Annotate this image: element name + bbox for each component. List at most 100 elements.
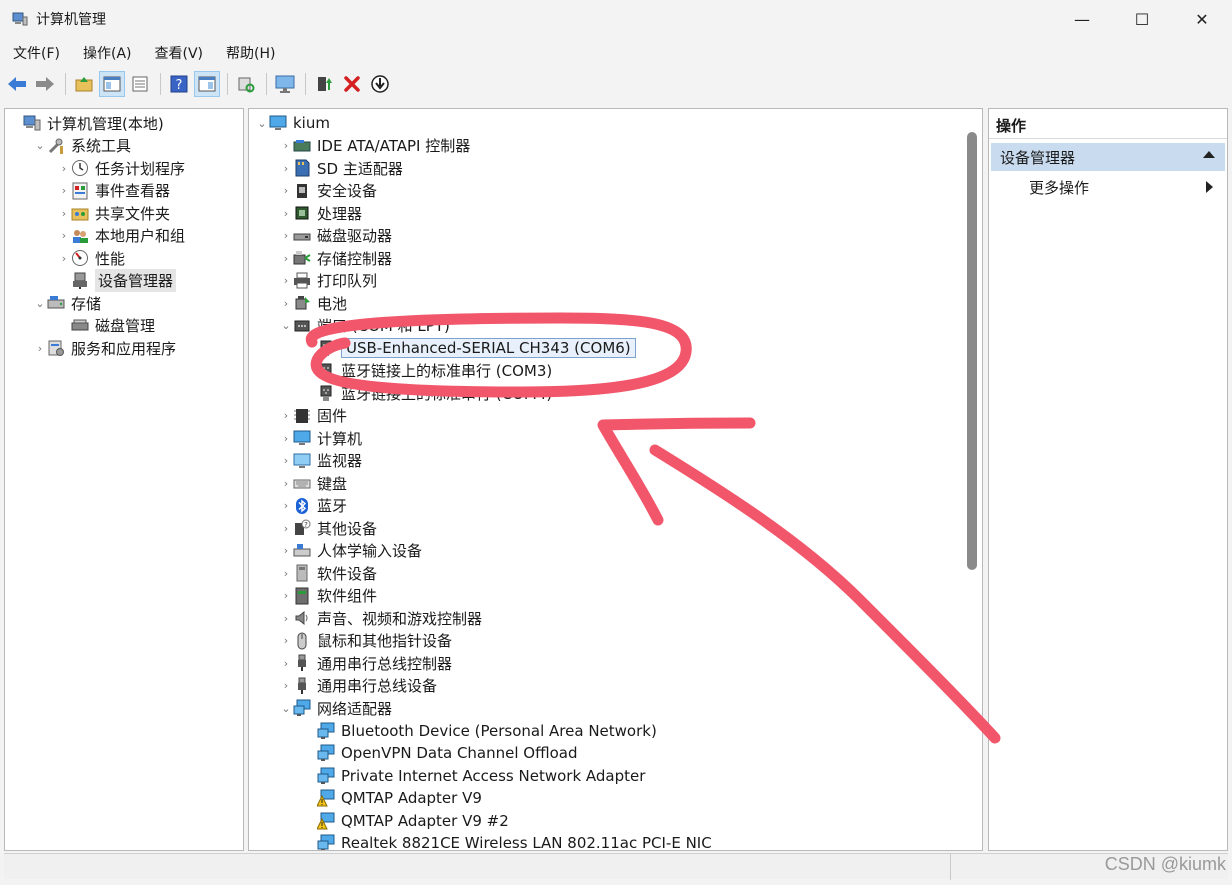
chevron-down-icon[interactable]: ⌄ [33, 297, 47, 310]
device-category[interactable]: › 软件设备 [279, 562, 377, 584]
console-tree-item[interactable]: › 本地用户和组 [57, 225, 185, 247]
chevron-right-icon[interactable]: › [279, 274, 293, 287]
update-driver-button[interactable] [311, 71, 337, 97]
maximize-button[interactable]: ☐ [1112, 0, 1172, 38]
device-category[interactable]: › 声音、视频和游戏控制器 [279, 607, 482, 629]
device-category[interactable]: › 安全设备 [279, 180, 377, 202]
vertical-scrollbar[interactable] [962, 110, 982, 850]
device-item[interactable]: 蓝牙链接上的标准串行 (COM4) [303, 382, 552, 404]
console-tree-item[interactable]: 磁盘管理 [57, 315, 155, 337]
chevron-right-icon[interactable]: › [279, 252, 293, 265]
chevron-right-icon[interactable]: › [279, 679, 293, 692]
back-button[interactable] [4, 71, 30, 97]
help-button[interactable]: ? [166, 71, 192, 97]
device-category[interactable]: › 通用串行总线控制器 [279, 652, 452, 674]
chevron-right-icon[interactable]: › [279, 184, 293, 197]
device-category[interactable]: › 磁盘驱动器 [279, 225, 392, 247]
device-category[interactable]: › IDE ATA/ATAPI 控制器 [279, 135, 470, 157]
forward-button[interactable] [32, 71, 58, 97]
show-hide-tree-button[interactable] [99, 71, 125, 97]
device-category[interactable]: › 处理器 [279, 202, 362, 224]
device-category[interactable]: › 鼠标和其他指针设备 [279, 630, 452, 652]
device-category[interactable]: › 监视器 [279, 450, 362, 472]
chevron-right-icon[interactable]: › [279, 567, 293, 580]
device-item[interactable]: USB-Enhanced-SERIAL CH343 (COM6) [303, 337, 636, 359]
device-category[interactable]: › SD 主适配器 [279, 157, 403, 179]
device-category[interactable]: › 存储控制器 [279, 247, 392, 269]
chevron-right-icon[interactable]: › [57, 229, 71, 242]
scrollbar-thumb[interactable] [967, 132, 977, 570]
close-button[interactable]: ✕ [1172, 0, 1232, 38]
chevron-down-icon[interactable]: ⌄ [279, 702, 293, 715]
chevron-right-icon[interactable]: › [279, 207, 293, 220]
device-category[interactable]: › 人体学输入设备 [279, 540, 422, 562]
device-item[interactable]: QMTAP Adapter V9 [303, 787, 482, 809]
chevron-right-icon[interactable]: › [279, 499, 293, 512]
chevron-down-icon[interactable]: ⌄ [279, 319, 293, 332]
console-tree-item[interactable]: ⌄ 存储 [33, 292, 101, 314]
menu-file[interactable]: 文件(F) [0, 43, 70, 63]
disable-device-button[interactable] [367, 71, 393, 97]
chevron-right-icon[interactable]: › [57, 184, 71, 197]
device-manager-pane[interactable]: ⌄ kium › IDE ATA/ATAPI 控制器 › SD 主适配器 › 安全设备 › 处理器… [248, 108, 983, 851]
console-tree-pane[interactable]: 计算机管理(本地) ⌄ 系统工具 › 任务计划程序 › 事件查看器 › 共享文件夹 › 本地用户和组… [4, 108, 244, 851]
chevron-right-icon[interactable]: › [279, 544, 293, 557]
chevron-right-icon[interactable]: › [279, 589, 293, 602]
chevron-right-icon[interactable]: › [279, 229, 293, 242]
chevron-right-icon[interactable]: › [33, 342, 47, 355]
device-item[interactable]: QMTAP Adapter V9 #2 [303, 810, 509, 832]
device-tree-root[interactable]: ⌄ kium [255, 112, 330, 134]
console-tree-item[interactable]: › 任务计划程序 [57, 157, 185, 179]
monitor-button[interactable] [272, 71, 298, 97]
device-category[interactable]: ⌄ 网络适配器 [279, 697, 392, 719]
scan-hardware-button[interactable] [233, 71, 259, 97]
chevron-right-icon[interactable]: › [279, 139, 293, 152]
more-actions-item[interactable]: 更多操作 [1029, 175, 1219, 199]
uninstall-button[interactable] [339, 71, 365, 97]
device-category[interactable]: › 打印队列 [279, 270, 377, 292]
device-category[interactable]: › 通用串行总线设备 [279, 675, 437, 697]
up-button[interactable] [71, 71, 97, 97]
device-category[interactable]: › 软件组件 [279, 585, 377, 607]
chevron-right-icon[interactable]: › [279, 162, 293, 175]
device-category[interactable]: ⌄ 端口 (COM 和 LPT) [279, 315, 449, 337]
console-tree-item[interactable]: › 事件查看器 [57, 180, 170, 202]
console-tree-item[interactable]: 设备管理器 [57, 269, 177, 292]
chevron-right-icon[interactable]: › [279, 477, 293, 490]
device-item[interactable]: Private Internet Access Network Adapter [303, 765, 645, 787]
show-hide-action-button[interactable] [194, 71, 220, 97]
device-category[interactable]: › 计算机 [279, 427, 362, 449]
chevron-down-icon[interactable]: ⌄ [255, 117, 269, 130]
actions-section-device-manager[interactable]: 设备管理器 [991, 143, 1225, 171]
console-tree-item[interactable]: 计算机管理(本地) [9, 112, 164, 134]
console-tree-item[interactable]: › 服务和应用程序 [33, 337, 176, 359]
chevron-right-icon[interactable]: › [279, 454, 293, 467]
chevron-right-icon[interactable]: › [57, 162, 71, 175]
console-tree-item[interactable]: › 性能 [57, 247, 125, 269]
device-category[interactable]: › 固件 [279, 405, 347, 427]
device-category[interactable]: › 键盘 [279, 472, 347, 494]
device-item[interactable]: 蓝牙链接上的标准串行 (COM3) [303, 360, 552, 382]
properties-button[interactable] [127, 71, 153, 97]
chevron-right-icon[interactable]: › [279, 634, 293, 647]
console-tree-item[interactable]: › 共享文件夹 [57, 202, 170, 224]
device-category[interactable]: › 电池 [279, 292, 347, 314]
chevron-right-icon[interactable]: › [279, 432, 293, 445]
device-category[interactable]: › 蓝牙 [279, 495, 347, 517]
menu-help[interactable]: 帮助(H) [213, 43, 285, 63]
chevron-right-icon[interactable]: › [279, 409, 293, 422]
minimize-button[interactable]: — [1052, 0, 1112, 38]
chevron-down-icon[interactable]: ⌄ [33, 139, 47, 152]
console-tree-item[interactable]: ⌄ 系统工具 [33, 135, 131, 157]
device-item[interactable]: Bluetooth Device (Personal Area Network) [303, 720, 657, 742]
menu-action[interactable]: 操作(A) [70, 43, 142, 63]
chevron-right-icon[interactable]: › [57, 252, 71, 265]
chevron-right-icon[interactable]: › [279, 612, 293, 625]
menu-view[interactable]: 查看(V) [142, 43, 214, 63]
collapse-triangle-icon[interactable] [1203, 151, 1215, 158]
device-category[interactable]: ›? 其他设备 [279, 517, 377, 539]
chevron-right-icon[interactable]: › [279, 522, 293, 535]
chevron-right-icon[interactable]: › [57, 207, 71, 220]
chevron-right-icon[interactable]: › [279, 297, 293, 310]
device-item[interactable]: OpenVPN Data Channel Offload [303, 742, 578, 764]
